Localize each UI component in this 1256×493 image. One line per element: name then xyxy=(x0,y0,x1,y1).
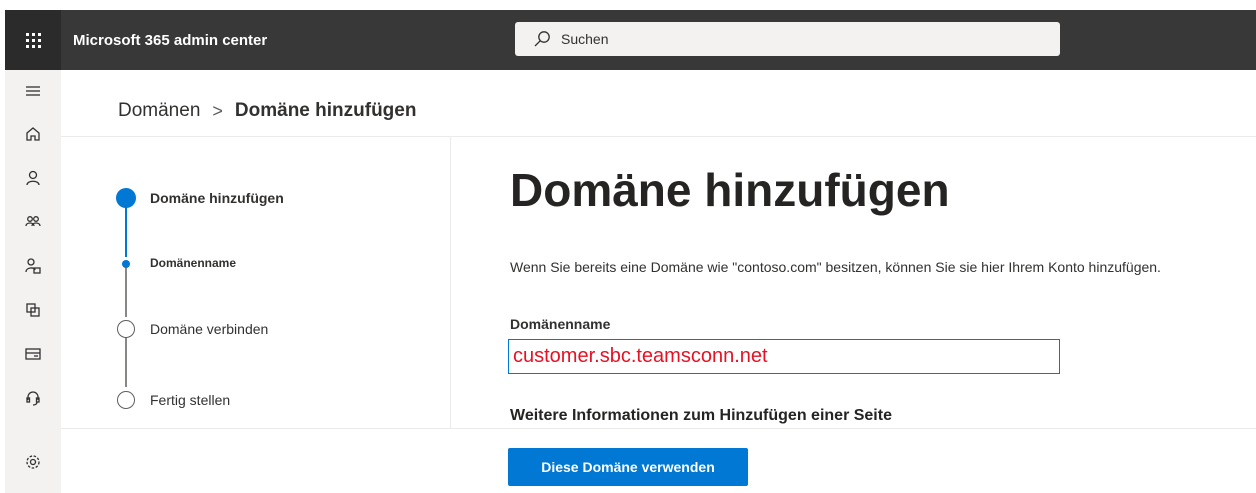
substep-indicator xyxy=(122,260,130,268)
nav-menu-button[interactable] xyxy=(5,73,61,109)
breadcrumb: Domänen > Domäne hinzufügen xyxy=(118,100,416,122)
domain-name-input[interactable] xyxy=(508,339,1060,374)
teams-icon xyxy=(25,216,41,227)
nav-support[interactable] xyxy=(5,380,61,416)
nav-roles[interactable] xyxy=(5,248,61,284)
app-launcher-button[interactable] xyxy=(5,10,61,70)
roles-icon xyxy=(25,258,41,274)
substep-domain-name: Domänenname xyxy=(150,256,237,270)
page-description: Wenn Sie bereits eine Domäne wie "contos… xyxy=(510,259,1161,275)
support-icon xyxy=(26,391,40,406)
page-title: Domäne hinzufügen xyxy=(510,164,950,216)
step-finish: Fertig stellen xyxy=(150,392,231,408)
step-connector-active xyxy=(125,207,127,257)
billing-icon xyxy=(25,348,41,360)
breadcrumb-separator: > xyxy=(212,100,223,121)
app-launcher-icon xyxy=(25,32,41,48)
breadcrumb-current: Domäne hinzufügen xyxy=(234,100,417,121)
app-title[interactable]: Microsoft 365 admin center xyxy=(73,32,513,49)
step-pending-indicator xyxy=(117,320,135,338)
search-icon xyxy=(534,31,550,47)
step-connector xyxy=(125,337,127,387)
settings-icon xyxy=(26,455,40,469)
nav-teams-groups[interactable] xyxy=(5,204,61,240)
header-bar: Microsoft 365 admin center Suchen xyxy=(5,10,1256,70)
nav-users[interactable] xyxy=(5,160,61,196)
menu-icon xyxy=(26,86,40,96)
domain-name-label: Domänenname xyxy=(510,316,611,332)
step-pending-indicator xyxy=(117,391,135,409)
resources-icon xyxy=(26,303,40,317)
step-add-domain: Domäne hinzufügen xyxy=(150,190,284,206)
breadcrumb-domains-link[interactable]: Domänen xyxy=(118,100,200,122)
step-connector xyxy=(125,267,127,317)
left-nav-rail xyxy=(5,70,61,493)
top-bar: Microsoft 365 admin center Suchen xyxy=(0,0,1256,70)
step-current-indicator xyxy=(116,188,136,208)
nav-home[interactable] xyxy=(5,116,61,152)
step-connect-domain: Domäne verbinden xyxy=(150,321,269,337)
home-icon xyxy=(26,127,40,141)
search-placeholder: Suchen xyxy=(561,31,609,47)
nav-billing[interactable] xyxy=(5,336,61,372)
user-icon xyxy=(26,170,40,186)
search-box[interactable]: Suchen xyxy=(515,22,1060,56)
nav-resources[interactable] xyxy=(5,292,61,328)
wizard-stepper: Domäne hinzufügen Domänenname Domäne ver… xyxy=(61,137,451,428)
more-info-heading: Weitere Informationen zum Hinzufügen ein… xyxy=(510,407,892,424)
nav-settings[interactable] xyxy=(5,444,61,480)
use-domain-button[interactable]: Diese Domäne verwenden xyxy=(508,448,748,486)
